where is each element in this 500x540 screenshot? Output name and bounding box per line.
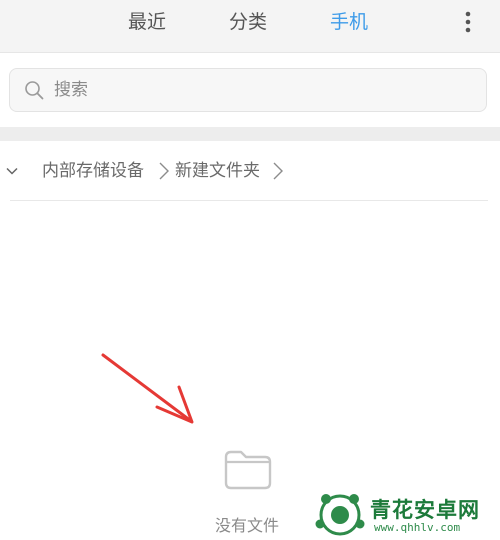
watermark-title: 青花安卓网	[370, 498, 480, 522]
more-vertical-icon[interactable]	[458, 10, 478, 34]
tab-category[interactable]: 分类	[229, 8, 267, 36]
breadcrumb-item-new-folder[interactable]: 新建文件夹	[175, 159, 260, 183]
tab-recent[interactable]: 最近	[128, 8, 166, 36]
breadcrumb-divider	[10, 200, 488, 201]
chevron-right-icon	[159, 162, 169, 180]
search-area	[0, 53, 500, 127]
watermark-logo-icon	[315, 494, 365, 536]
tab-phone[interactable]: 手机	[330, 8, 368, 36]
top-bar: 最近 分类 手机	[0, 0, 500, 53]
breadcrumb-item-internal-storage[interactable]: 内部存储设备	[42, 159, 144, 183]
search-icon	[25, 81, 44, 100]
section-divider	[0, 127, 500, 141]
search-box[interactable]	[9, 68, 487, 112]
empty-state-message: 没有文件	[215, 516, 280, 535]
search-input[interactable]	[54, 75, 474, 105]
watermark-url: www.qhhlv.com	[374, 521, 461, 534]
red-arrow-annotation	[101, 353, 194, 424]
breadcrumb: 内部存储设备 新建文件夹	[0, 141, 500, 201]
folder-icon	[224, 450, 272, 490]
watermark: 青花安卓网 www.qhhlv.com	[314, 488, 500, 540]
chevron-right-icon	[273, 162, 283, 180]
chevron-down-icon[interactable]	[4, 163, 20, 179]
